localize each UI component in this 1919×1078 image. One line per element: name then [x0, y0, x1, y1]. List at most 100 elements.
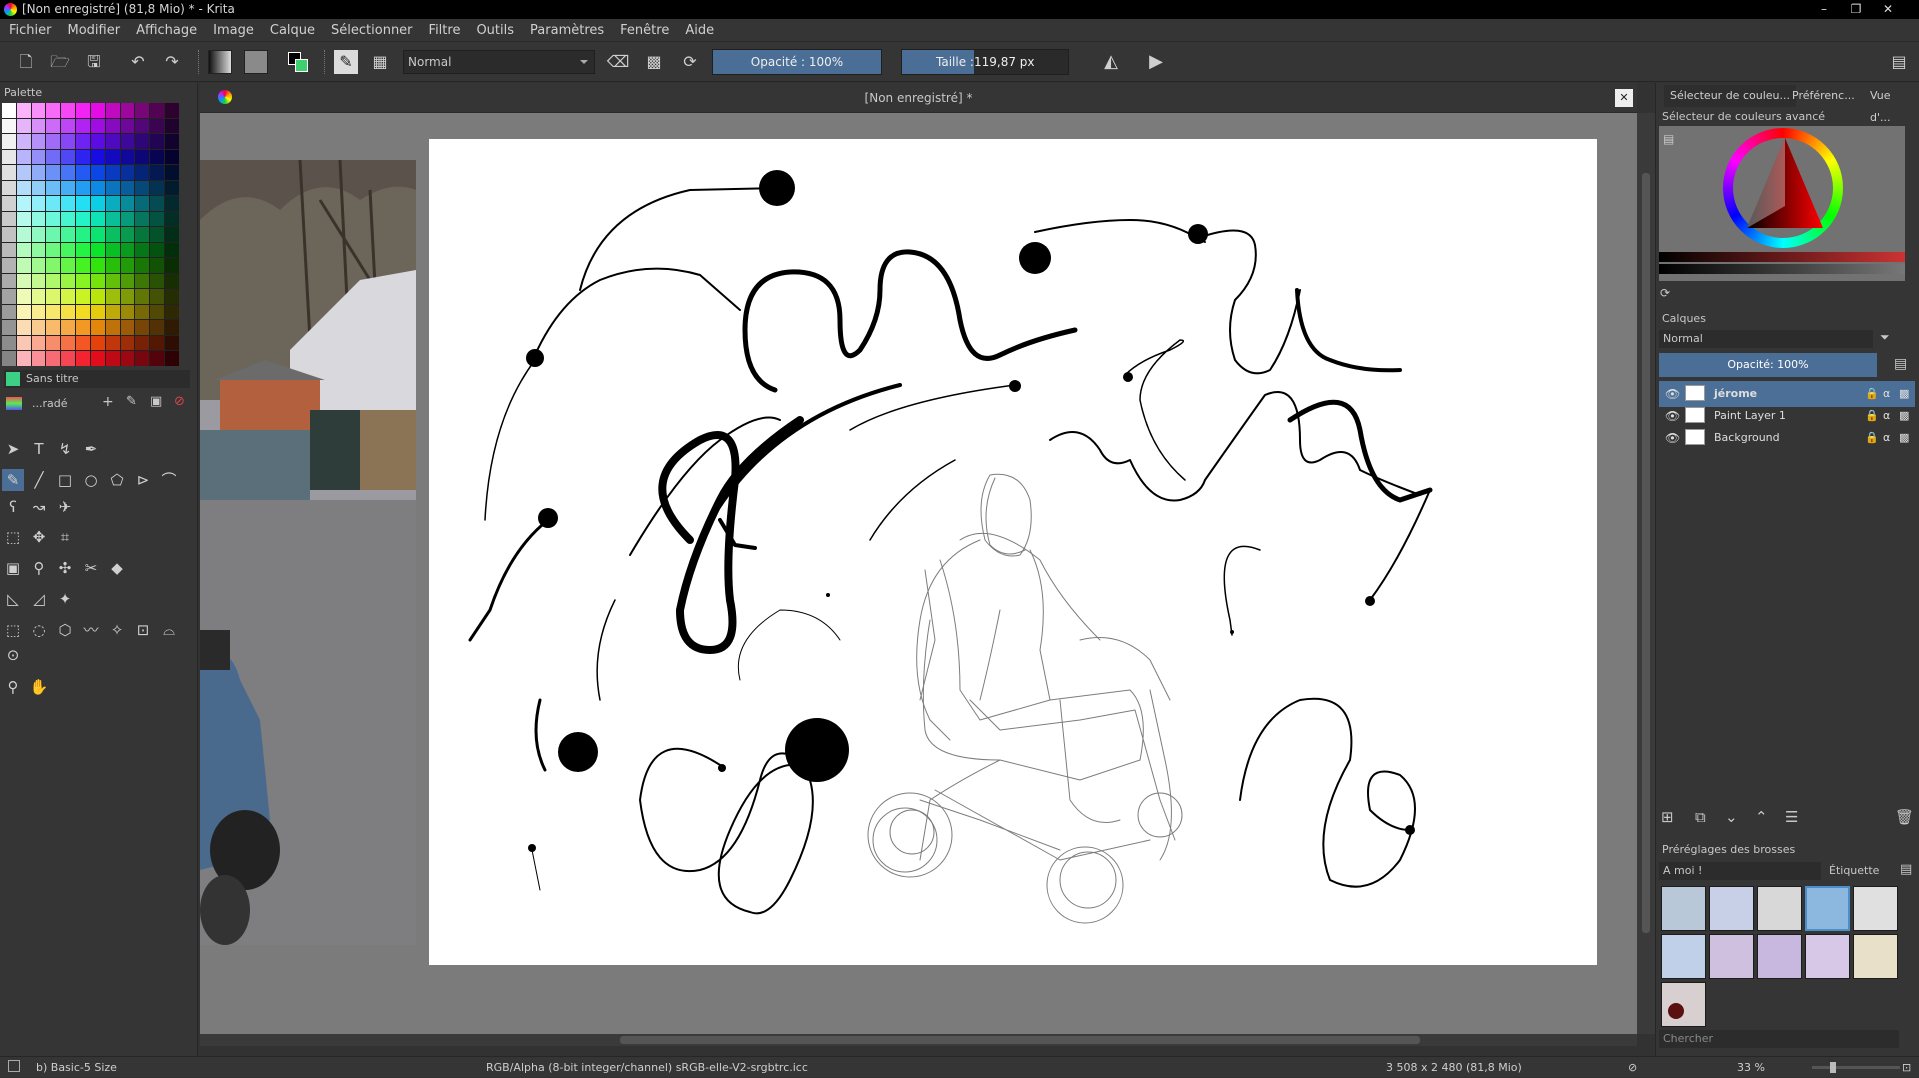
horizontal-scroll-thumb[interactable]: [620, 1036, 1420, 1044]
palette-swatch[interactable]: [165, 273, 179, 289]
palette-swatch[interactable]: [105, 180, 120, 196]
crop-tool-icon[interactable]: ⌗: [54, 526, 76, 548]
menu-fichier[interactable]: Fichier: [0, 19, 59, 42]
palette-swatch[interactable]: [120, 103, 135, 118]
edit-shape-icon[interactable]: ✒: [80, 438, 102, 460]
palette-swatch[interactable]: [16, 289, 31, 304]
lock-icon[interactable]: 🔒: [1865, 425, 1879, 451]
palette-swatch[interactable]: [16, 351, 31, 366]
palette-swatch[interactable]: [150, 289, 165, 304]
palette-swatch[interactable]: [135, 351, 150, 366]
layer-properties-icon[interactable]: ▤: [1894, 356, 1907, 372]
palette-swatch[interactable]: [120, 320, 135, 335]
palette-swatch[interactable]: [31, 118, 46, 134]
palette-swatch[interactable]: [76, 289, 90, 304]
calligraphy-icon[interactable]: ↯: [54, 438, 76, 460]
layer-opacity-slider[interactable]: Opacité: 100%: [1659, 353, 1877, 377]
palette-swatch[interactable]: [2, 196, 16, 211]
multibrush-icon[interactable]: ✈: [54, 496, 76, 518]
palette-swatch[interactable]: [150, 335, 165, 351]
tab-color-selector[interactable]: Sélecteur de couleu...: [1664, 85, 1796, 107]
palette-swatch[interactable]: [61, 320, 76, 335]
palette-swatch[interactable]: [46, 103, 61, 118]
color-picker-icon[interactable]: ⚲: [28, 557, 50, 579]
palette-swatch[interactable]: [120, 149, 135, 165]
palette-swatch[interactable]: [2, 304, 16, 320]
save-icon[interactable]: 🖫: [82, 50, 106, 74]
pan-tool-icon[interactable]: ✋: [28, 676, 50, 698]
palette-swatch[interactable]: [135, 118, 150, 134]
saturation-triangle[interactable]: [1745, 136, 1825, 236]
palette-swatch[interactable]: [90, 118, 105, 134]
palette-swatch[interactable]: [16, 273, 31, 289]
layer-blend-select[interactable]: Normal: [1659, 330, 1873, 348]
advanced-color-selector[interactable]: ▤: [1659, 126, 1905, 281]
palette-swatch[interactable]: [135, 149, 150, 165]
palette-swatch[interactable]: [120, 289, 135, 304]
palette-folder-icon[interactable]: ▣: [150, 394, 162, 409]
palette-swatch[interactable]: [16, 227, 31, 242]
reload-preset-icon[interactable]: ⟳: [678, 50, 702, 74]
palette-swatch[interactable]: [105, 227, 120, 242]
palette-swatch[interactable]: [61, 242, 76, 258]
palette-swatch[interactable]: [2, 118, 16, 134]
palette-swatch[interactable]: [135, 103, 150, 118]
dynamic-brush-icon[interactable]: ↝: [28, 496, 50, 518]
palette-swatch[interactable]: [61, 134, 76, 149]
palette-swatch[interactable]: [16, 335, 31, 351]
palette-swatch[interactable]: [61, 165, 76, 180]
brush-preset-pencil[interactable]: [1853, 886, 1898, 931]
palette-swatch[interactable]: [31, 304, 46, 320]
palette-swatch[interactable]: [16, 258, 31, 273]
palette-swatch[interactable]: [61, 273, 76, 289]
palette-swatch[interactable]: [105, 165, 120, 180]
blend-mode-select[interactable]: Normal: [403, 50, 595, 74]
palette-swatch[interactable]: [2, 180, 16, 196]
opacity-slider[interactable]: Opacité : 100%: [712, 49, 882, 75]
palette-swatch[interactable]: [105, 149, 120, 165]
vertical-scroll-thumb[interactable]: [1642, 173, 1650, 933]
mirror-vertical-icon[interactable]: ▶: [1144, 50, 1168, 74]
palette-swatch[interactable]: [150, 351, 165, 366]
palette-swatch[interactable]: [31, 273, 46, 289]
palette-swatch[interactable]: [61, 227, 76, 242]
menu-aide[interactable]: Aide: [676, 19, 721, 42]
palette-swatch[interactable]: [120, 335, 135, 351]
palette-swatch[interactable]: [31, 134, 46, 149]
color-palette-grid[interactable]: [2, 103, 179, 366]
palette-swatch[interactable]: [76, 258, 90, 273]
palette-swatch[interactable]: [31, 289, 46, 304]
palette-swatch[interactable]: [76, 118, 90, 134]
palette-swatch[interactable]: [76, 242, 90, 258]
palette-swatch[interactable]: [90, 335, 105, 351]
palette-swatch[interactable]: [46, 289, 61, 304]
visibility-eye-icon[interactable]: 👁: [1665, 425, 1680, 451]
palette-swatch[interactable]: [120, 165, 135, 180]
size-slider[interactable]: Taille : 119,87 px: [901, 49, 1069, 75]
rectangle-tool-icon[interactable]: □: [54, 469, 76, 491]
palette-swatch[interactable]: [46, 211, 61, 227]
palette-swatch[interactable]: [165, 304, 179, 320]
palette-swatch[interactable]: [90, 351, 105, 366]
palette-swatch[interactable]: [2, 320, 16, 335]
assistant-tool-icon[interactable]: ◺: [2, 588, 24, 610]
duplicate-layer-icon[interactable]: ⧉: [1695, 808, 1706, 826]
add-swatch-icon[interactable]: +: [102, 394, 114, 410]
colorize-mask-icon[interactable]: ✣: [54, 557, 76, 579]
palette-swatch[interactable]: [105, 320, 120, 335]
palette-swatch[interactable]: [31, 165, 46, 180]
palette-swatch[interactable]: [120, 196, 135, 211]
palette-swatch[interactable]: [135, 134, 150, 149]
brush-preset-watercolor[interactable]: [1709, 934, 1754, 979]
palette-swatch[interactable]: [61, 211, 76, 227]
palette-swatch[interactable]: [105, 118, 120, 134]
reference-tool-icon[interactable]: ✦: [54, 588, 76, 610]
close-document-button[interactable]: ✕: [1615, 89, 1633, 107]
palette-swatch[interactable]: [90, 165, 105, 180]
shade-strip-1[interactable]: [1659, 252, 1905, 262]
palette-swatch[interactable]: [46, 242, 61, 258]
refresh-icon[interactable]: ⟳: [1660, 286, 1670, 300]
palette-swatch[interactable]: [165, 351, 179, 366]
eraser-icon[interactable]: ⌫: [606, 50, 630, 74]
brush-tag-select[interactable]: A moi !: [1659, 862, 1821, 880]
